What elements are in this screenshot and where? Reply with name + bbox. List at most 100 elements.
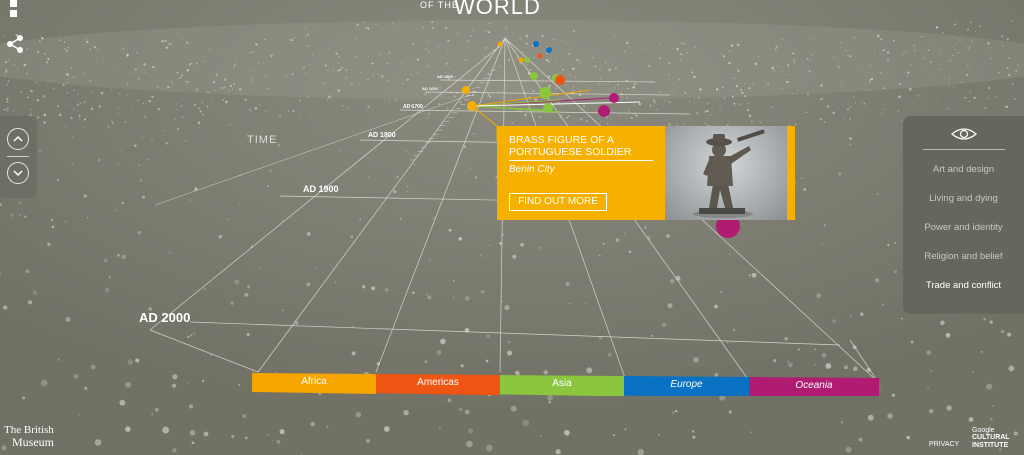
object-marker[interactable] bbox=[537, 53, 543, 59]
particle bbox=[180, 105, 182, 108]
particle bbox=[425, 47, 428, 51]
particle bbox=[439, 87, 441, 89]
particle bbox=[863, 102, 866, 105]
particle bbox=[3, 108, 6, 111]
particle bbox=[121, 254, 126, 259]
particle bbox=[909, 87, 912, 91]
british-museum-logo[interactable]: The British Museum bbox=[4, 424, 84, 452]
particle bbox=[151, 95, 154, 99]
particle bbox=[234, 74, 236, 76]
theme-item[interactable]: Living and dying bbox=[903, 193, 1024, 204]
particle bbox=[833, 56, 836, 58]
particle bbox=[814, 363, 816, 366]
particle bbox=[774, 48, 777, 51]
particle bbox=[501, 300, 504, 303]
particle bbox=[165, 46, 169, 49]
particle bbox=[146, 158, 149, 161]
particle bbox=[224, 78, 227, 81]
object-marker[interactable] bbox=[530, 72, 538, 80]
particle bbox=[773, 358, 777, 363]
particle bbox=[412, 291, 415, 295]
particle bbox=[43, 121, 46, 124]
region-label[interactable]: Africa bbox=[252, 376, 376, 387]
particle bbox=[720, 53, 723, 55]
object-marker[interactable] bbox=[609, 93, 619, 103]
particle bbox=[647, 64, 651, 68]
particle bbox=[97, 158, 101, 162]
particle bbox=[273, 36, 275, 37]
particle bbox=[966, 73, 969, 76]
particle bbox=[447, 39, 450, 42]
particle bbox=[608, 70, 610, 72]
object-marker[interactable] bbox=[555, 75, 565, 85]
particle bbox=[673, 83, 675, 85]
theme-item[interactable]: Trade and conflict bbox=[903, 280, 1024, 291]
region-label[interactable]: Oceania bbox=[749, 380, 879, 391]
theme-item[interactable]: Art and design bbox=[903, 164, 1024, 175]
particle bbox=[653, 99, 655, 102]
particle bbox=[448, 228, 452, 232]
particle bbox=[521, 51, 523, 53]
particle bbox=[708, 117, 710, 119]
region-label[interactable]: Americas bbox=[376, 377, 500, 388]
particle bbox=[737, 43, 740, 46]
particle bbox=[151, 65, 155, 69]
object-marker[interactable] bbox=[518, 57, 524, 63]
object-marker[interactable] bbox=[497, 41, 503, 47]
object-marker[interactable] bbox=[543, 103, 553, 113]
particle bbox=[588, 39, 590, 41]
particle bbox=[198, 107, 200, 110]
object-marker[interactable] bbox=[467, 101, 477, 111]
object-marker[interactable] bbox=[524, 57, 530, 63]
particle bbox=[20, 91, 23, 93]
particle bbox=[893, 270, 898, 274]
particle bbox=[228, 89, 231, 92]
particle bbox=[954, 23, 957, 26]
find-out-more-button[interactable]: FIND OUT MORE bbox=[509, 193, 607, 211]
scroll-down-button[interactable] bbox=[7, 162, 29, 184]
particle bbox=[849, 106, 852, 109]
particle bbox=[806, 58, 809, 61]
particle bbox=[460, 364, 464, 368]
region-label[interactable]: Europe bbox=[624, 379, 749, 390]
particle bbox=[505, 78, 507, 80]
object-image[interactable] bbox=[665, 126, 787, 220]
particle bbox=[524, 113, 527, 117]
theme-item[interactable]: Religion and belief bbox=[903, 251, 1024, 262]
object-info-card: BRASS FIGURE OF A PORTUGUESE SOLDIER Ben… bbox=[497, 126, 795, 220]
region-label[interactable]: Asia bbox=[500, 378, 624, 389]
theme-item[interactable]: Power and identity bbox=[903, 222, 1024, 233]
particle bbox=[787, 64, 790, 67]
particle bbox=[247, 52, 249, 54]
scroll-up-button[interactable] bbox=[7, 128, 29, 150]
menu-dots-icon[interactable] bbox=[10, 0, 17, 20]
particle bbox=[832, 319, 836, 323]
particle bbox=[879, 71, 882, 75]
particle bbox=[182, 38, 184, 40]
google-cultural-institute-logo[interactable]: Google CULTURAL INSTITUTE bbox=[972, 427, 1020, 451]
share-icon[interactable] bbox=[5, 34, 25, 54]
object-marker[interactable] bbox=[598, 105, 610, 117]
particle bbox=[488, 244, 491, 246]
particle bbox=[470, 34, 472, 37]
particle bbox=[633, 104, 636, 107]
object-marker[interactable] bbox=[546, 47, 552, 53]
particle bbox=[13, 64, 15, 66]
privacy-link[interactable]: PRIVACY bbox=[929, 441, 959, 448]
eye-icon[interactable] bbox=[950, 126, 978, 142]
particle bbox=[680, 58, 682, 60]
particle bbox=[77, 110, 79, 112]
particle bbox=[326, 425, 329, 428]
object-marker[interactable] bbox=[539, 87, 551, 99]
particle bbox=[599, 78, 602, 80]
particle bbox=[846, 108, 850, 111]
particle bbox=[111, 120, 113, 123]
object-marker[interactable] bbox=[533, 41, 539, 47]
particle bbox=[626, 88, 629, 90]
particle bbox=[645, 48, 647, 50]
particle bbox=[247, 115, 249, 117]
object-marker[interactable] bbox=[462, 86, 470, 94]
particle bbox=[84, 120, 86, 121]
particle bbox=[91, 91, 94, 93]
particle bbox=[716, 99, 718, 101]
